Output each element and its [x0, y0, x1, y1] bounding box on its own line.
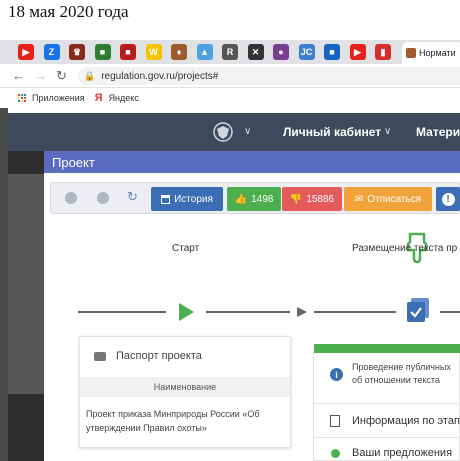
name-label: Наименование — [153, 382, 217, 392]
prev-icon[interactable] — [65, 192, 77, 204]
stage-notice: Проведение публичных об отношении текста… — [352, 362, 451, 385]
unsubscribe-icon: ✉ — [354, 193, 364, 205]
background-photo — [8, 174, 44, 394]
w-icon[interactable]: W — [145, 44, 162, 60]
refresh-icon[interactable]: ↻ — [127, 189, 138, 205]
info-icon: i — [330, 368, 343, 381]
bookmarks-bar: Приложения Я Яндекс — [0, 88, 460, 108]
lock-icon: 🔒 — [84, 70, 96, 81]
emblem-icon[interactable]: ♦ — [171, 44, 187, 60]
history-button[interactable]: История — [151, 187, 223, 211]
stage-info-link[interactable]: Информация по этапу — [352, 415, 460, 427]
project-passport-card: Паспорт проекта Наименование Проект прик… — [79, 336, 291, 448]
exclamation-icon: ! — [441, 192, 455, 206]
browser-tab-strip: ▮ ▶ ■ JC ● ✕ R ▲ ♦ W ■ ■ ♛ Z ▶ Нормати — [0, 40, 460, 64]
active-tab[interactable]: Нормати — [402, 42, 460, 64]
r-icon[interactable]: R — [222, 44, 238, 60]
website-viewport: ∨ Личный кабинет ∨ Материа Проект ↻ Исто… — [0, 108, 460, 461]
proposals-icon — [331, 449, 340, 458]
circle-icon[interactable]: ● — [273, 44, 289, 60]
bookmark-apps[interactable]: Приложения — [32, 93, 85, 103]
timeline-line — [206, 311, 290, 313]
dislike-count: 15886 — [306, 193, 335, 205]
document-icon — [330, 415, 340, 427]
book-icon[interactable]: ▮ — [375, 44, 391, 60]
reload-icon[interactable]: ↻ — [56, 68, 67, 84]
unsubscribe-button[interactable]: ✉ Отписаться — [344, 187, 432, 211]
thumbs-down-icon: 👎 — [289, 193, 303, 205]
next-icon[interactable] — [97, 192, 109, 204]
russian-emblem-icon[interactable] — [212, 121, 234, 143]
apps-icon — [18, 94, 26, 102]
briefcase-icon — [94, 351, 106, 361]
youtube-icon[interactable]: ▶ — [18, 44, 34, 60]
flag-icon[interactable]: ■ — [324, 44, 340, 60]
chevron-down-icon[interactable]: ∨ — [244, 126, 251, 137]
arrow-right-icon — [297, 307, 307, 317]
z-icon[interactable]: Z — [43, 44, 60, 60]
unsubscribe-label: Отписаться — [367, 193, 422, 205]
page-title: Проект — [52, 154, 95, 170]
active-tab-title: Нормати — [419, 48, 456, 58]
url-field[interactable]: 🔒 regulation.gov.ru/projects# — [78, 67, 460, 85]
yandex-icon: Я — [94, 92, 103, 104]
url-text: regulation.gov.ru/projects# — [101, 70, 219, 82]
timeline-line — [314, 311, 396, 313]
play-icon[interactable] — [177, 302, 195, 322]
like-button[interactable]: 👍 1498 — [227, 187, 281, 211]
emblem-icon[interactable]: ■ — [94, 44, 111, 60]
timeline-line — [78, 311, 166, 313]
cross-icon[interactable]: ✕ — [247, 44, 264, 60]
jc-icon[interactable]: JC — [298, 44, 315, 60]
nav-personal-cabinet[interactable]: Личный кабинет — [283, 125, 381, 139]
page-left-shadow — [0, 108, 8, 461]
timeline-line — [440, 311, 460, 313]
history-label: История — [174, 193, 213, 205]
bookmark-yandex[interactable]: Яндекс — [109, 93, 139, 103]
like-count: 1498 — [251, 193, 274, 205]
emblem-icon[interactable]: ■ — [120, 44, 136, 60]
stage-info-card: i Проведение публичных об отношении текс… — [313, 344, 460, 461]
passport-header[interactable]: Паспорт проекта — [116, 350, 202, 362]
date-caption: 18 мая 2020 года — [8, 2, 129, 21]
chevron-down-icon[interactable]: ∨ — [384, 126, 391, 137]
proposals-link[interactable]: Ваши предложения — [352, 447, 452, 459]
project-name: Проект приказа Минприроды России «Об утв… — [86, 409, 260, 433]
thumbs-up-icon: 👍 — [234, 193, 248, 205]
address-bar-row: ← → ↻ 🔒 regulation.gov.ru/projects# — [0, 64, 460, 88]
page-title-bar: Проект — [44, 151, 460, 173]
info-button[interactable]: ! — [436, 187, 460, 211]
tab-favicon-icon — [406, 48, 416, 58]
name-subheader: Наименование — [80, 377, 290, 397]
calendar-icon — [161, 194, 171, 204]
emblem-icon[interactable]: ♛ — [69, 44, 85, 60]
youtube-icon[interactable]: ▶ — [349, 44, 366, 60]
dislike-button[interactable]: 👎 15886 — [282, 187, 342, 211]
stage-status-bar — [314, 344, 460, 353]
nav-materials[interactable]: Материа — [416, 125, 460, 139]
project-toolbar: ↻ История 👍 1498 👎 15886 ✉ Отписаться ! — [50, 182, 460, 214]
site-top-nav: ∨ Личный кабинет ∨ Материа — [8, 113, 460, 151]
stage-placement-label: Размещение текста пр — [352, 243, 458, 254]
stage-start-label: Старт — [172, 243, 200, 254]
forward-arrow-icon[interactable]: → — [34, 68, 47, 83]
landscape-icon[interactable]: ▲ — [196, 44, 213, 60]
document-check-icon[interactable] — [405, 297, 431, 325]
back-arrow-icon[interactable]: ← — [12, 68, 25, 83]
